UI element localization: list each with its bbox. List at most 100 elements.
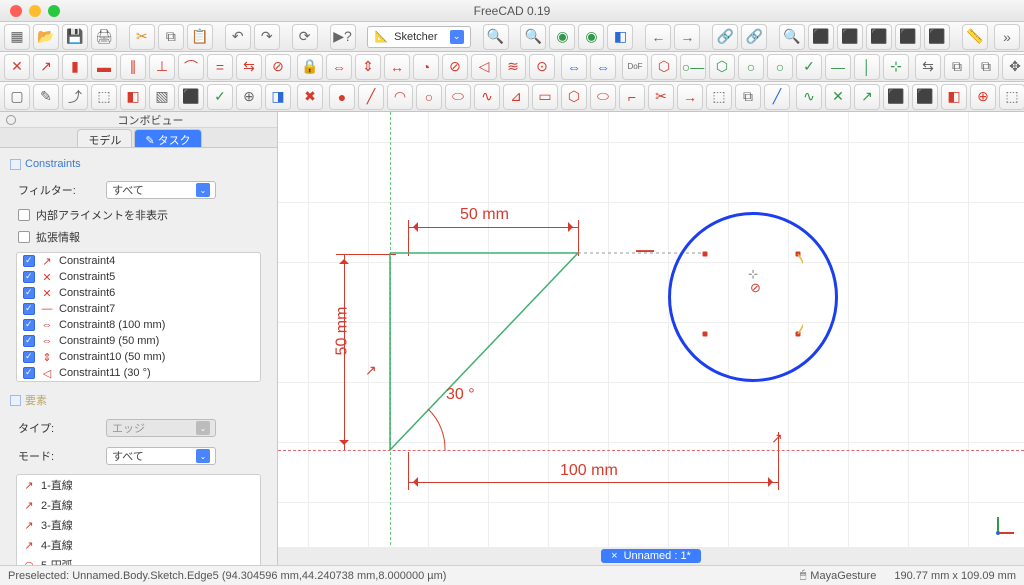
zoom-fit-button[interactable]: 🔍: [483, 24, 509, 50]
top-view-button[interactable]: ⬛: [866, 24, 892, 50]
validate-button[interactable]: ✓: [207, 84, 233, 110]
trim-button[interactable]: ✂: [648, 84, 674, 110]
checkbox-icon[interactable]: [23, 335, 35, 347]
filter-select[interactable]: すべて ⌄: [106, 181, 216, 199]
element-item[interactable]: ↗ 2-直線: [17, 495, 260, 515]
redo-button[interactable]: ↷: [254, 24, 280, 50]
zoom-select-button[interactable]: 🔍: [779, 24, 805, 50]
checkbox-icon[interactable]: [23, 367, 35, 379]
horizontal-constraint-icon[interactable]: —: [636, 240, 654, 261]
bspline-poly-button[interactable]: ✕: [825, 84, 851, 110]
refresh-button[interactable]: ⟳: [292, 24, 318, 50]
create-bspline-button[interactable]: ∿: [474, 84, 500, 110]
select-v-axis-button[interactable]: │: [854, 54, 880, 80]
bspline-knot-button[interactable]: ⬛: [883, 84, 909, 110]
checkbox-icon[interactable]: [23, 255, 35, 267]
symmetry-button[interactable]: ⇆: [915, 54, 941, 80]
select-conflicting-button[interactable]: ✓: [796, 54, 822, 80]
open-file-button[interactable]: 📂: [33, 24, 59, 50]
sketch-viewport[interactable]: 50 mm 50 mm 100 mm 30 ° ↗ ↗ — ⊘ ⊹: [278, 112, 1024, 565]
dimension-angle-label[interactable]: 30 °: [446, 386, 475, 404]
paste-button[interactable]: 📋: [187, 24, 213, 50]
create-ellipse-button[interactable]: ⬭: [445, 84, 471, 110]
measure-button[interactable]: 📏: [962, 24, 988, 50]
constraint-item[interactable]: ◁ Constraint11 (30 °): [17, 365, 260, 381]
mirror-sketch-button[interactable]: ◨: [265, 84, 291, 110]
constraints-section-title[interactable]: Constraints: [6, 152, 271, 176]
select-h-axis-button[interactable]: —: [825, 54, 851, 80]
nav-axes-icon[interactable]: [994, 513, 1018, 537]
create-arc-button[interactable]: ◠: [387, 84, 413, 110]
external-geo-button[interactable]: ⬚: [706, 84, 732, 110]
constrain-internal-button[interactable]: ⊙: [529, 54, 555, 80]
select-elements-button[interactable]: ○: [738, 54, 764, 80]
create-polyline-button[interactable]: ⊿: [503, 84, 529, 110]
create-slot-button[interactable]: ⬭: [590, 84, 616, 110]
leave-sketch-button[interactable]: ⤴: [62, 84, 88, 110]
dimension-50mm-h-label[interactable]: 50 mm: [460, 206, 509, 224]
rear-view-button[interactable]: ⬛: [924, 24, 950, 50]
constrain-lock-button[interactable]: 🔒: [297, 54, 323, 80]
copy-sketch-button[interactable]: ⧉: [973, 54, 999, 80]
dimension-50mm-v-label[interactable]: 50 mm: [333, 307, 351, 356]
print-button[interactable]: 🖨: [91, 24, 117, 50]
reorient-button[interactable]: ⬛: [178, 84, 204, 110]
checkbox-icon[interactable]: [23, 271, 35, 283]
menu-overflow-button[interactable]: »: [994, 24, 1020, 50]
bspline-degree-button[interactable]: ∿: [796, 84, 822, 110]
constrain-horizontal-button[interactable]: ▬: [91, 54, 117, 80]
save-file-button[interactable]: 💾: [62, 24, 88, 50]
constrain-equal-button[interactable]: =: [207, 54, 233, 80]
constraint-item[interactable]: ✕ Constraint5: [17, 269, 260, 285]
constrain-point-on-button[interactable]: ↗: [33, 54, 59, 80]
toggle-active-button[interactable]: ⇔: [590, 54, 616, 80]
sketch-arc-edge[interactable]: [798, 254, 803, 334]
iso-view-button[interactable]: ⬛: [808, 24, 834, 50]
select-dof-button[interactable]: DoF: [622, 54, 648, 80]
constrain-radius-button[interactable]: ◔: [413, 54, 439, 80]
panel-close-icon[interactable]: [6, 115, 16, 125]
create-fillet-button[interactable]: ⌐: [619, 84, 645, 110]
move-button[interactable]: ✥: [1002, 54, 1024, 80]
constrain-vdist-button[interactable]: ⇕: [355, 54, 381, 80]
constrain-angle-button[interactable]: ◁: [471, 54, 497, 80]
cut-button[interactable]: ✂: [129, 24, 155, 50]
constrain-hdist-button[interactable]: ⇔: [326, 54, 352, 80]
element-item[interactable]: ◠ 5-円弧: [17, 555, 260, 565]
constraint-item[interactable]: ⇔ Constraint8 (100 mm): [17, 317, 260, 333]
stop-op-button[interactable]: ✖: [297, 84, 323, 110]
nav-back-button[interactable]: ←: [645, 24, 671, 50]
workbench-selector[interactable]: 📐 Sketcher ⌄: [367, 26, 470, 48]
dimension-100mm-label[interactable]: 100 mm: [560, 462, 618, 480]
wireframe-button[interactable]: ◉: [578, 24, 604, 50]
view-sketch-button[interactable]: ⬚: [91, 84, 117, 110]
hide-internal-row[interactable]: 内部アライメントを非表示: [6, 204, 271, 226]
extend-button[interactable]: →: [677, 84, 703, 110]
zoom-all-button[interactable]: 🔍: [520, 24, 546, 50]
bspline-convert-button[interactable]: ◧: [941, 84, 967, 110]
constrain-parallel-button[interactable]: ∥: [120, 54, 146, 80]
undo-button[interactable]: ↶: [225, 24, 251, 50]
select-constraints-button[interactable]: ⬡: [709, 54, 735, 80]
tab-model[interactable]: モデル: [77, 129, 132, 147]
tab-task[interactable]: ✎ タスク: [134, 129, 201, 147]
map-sketch-button[interactable]: ▧: [149, 84, 175, 110]
elements-section-title[interactable]: 要素: [6, 386, 271, 414]
sketch-edge-diagonal[interactable]: [390, 253, 578, 450]
coincident-constraint-icon[interactable]: ↗: [771, 430, 783, 447]
mode-select[interactable]: すべて ⌄: [106, 447, 216, 465]
constraint-item[interactable]: — Constraint7: [17, 301, 260, 317]
checkbox-icon[interactable]: [23, 303, 35, 315]
link-button[interactable]: 🔗: [712, 24, 738, 50]
element-item[interactable]: ↗ 4-直線: [17, 535, 260, 555]
checkbox-icon[interactable]: [23, 319, 35, 331]
select-redundant-button[interactable]: ○: [767, 54, 793, 80]
bounding-box-button[interactable]: ◧: [607, 24, 633, 50]
constraint-item[interactable]: ⇕ Constraint10 (50 mm): [17, 349, 260, 365]
bspline-comb-button[interactable]: ↗: [854, 84, 880, 110]
constraint-item[interactable]: ↗ Constraint4: [17, 253, 260, 269]
clone-button[interactable]: ⧉: [944, 54, 970, 80]
create-line-button[interactable]: ╱: [358, 84, 384, 110]
link-group-button[interactable]: 🔗: [741, 24, 767, 50]
create-polygon-button[interactable]: ⬡: [561, 84, 587, 110]
